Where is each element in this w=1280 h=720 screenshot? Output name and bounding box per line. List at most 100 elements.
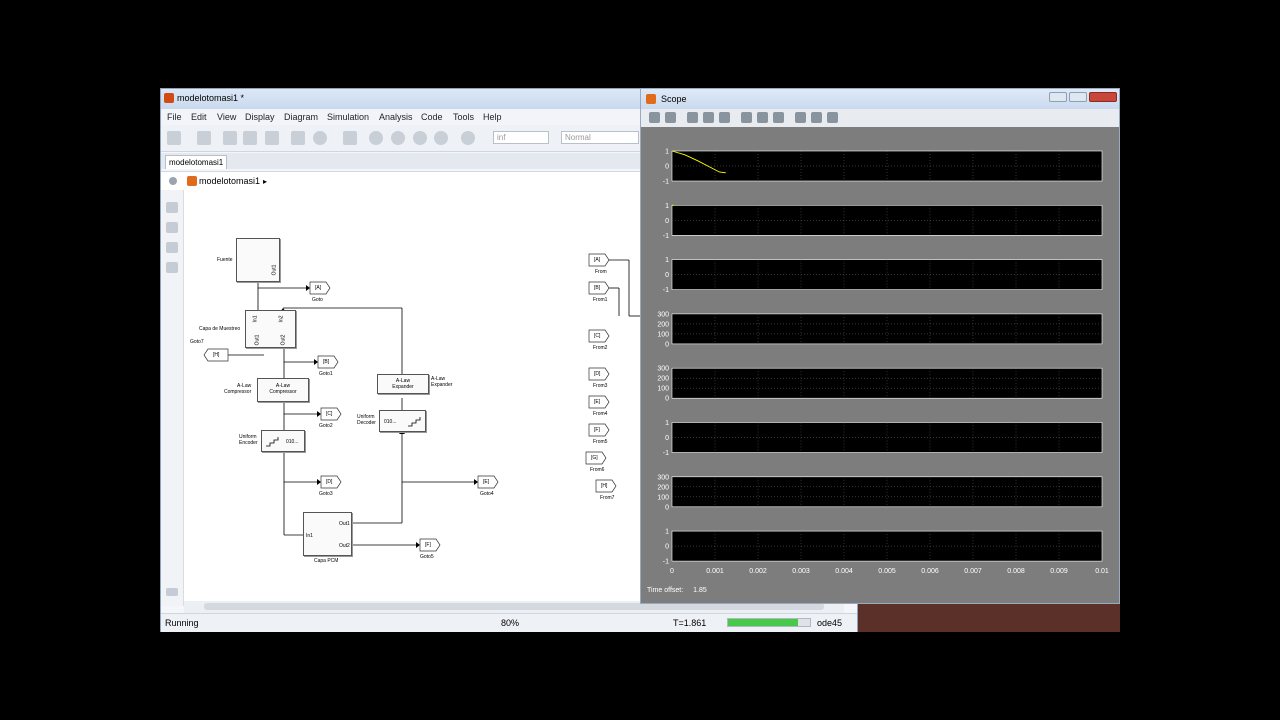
menu-view[interactable]: View [217, 112, 236, 122]
menu-tools[interactable]: Tools [453, 112, 474, 122]
menu-file[interactable]: File [167, 112, 182, 122]
from-b-tag[interactable]: [B] [594, 285, 600, 291]
x-tick-label: 0.009 [1050, 568, 1068, 575]
from-e-tag[interactable]: [E] [594, 399, 600, 405]
time-offset-value: 1.85 [693, 587, 707, 594]
y-tick-label: 0 [665, 218, 669, 225]
up-icon[interactable] [265, 131, 279, 145]
from-e-name: From4 [593, 411, 608, 417]
x-tick-label: 0 [670, 568, 674, 575]
scope-logo-icon [646, 94, 656, 104]
step-forward-icon[interactable] [413, 131, 427, 145]
zoom-in-icon[interactable] [687, 112, 698, 123]
floating-scope-icon[interactable] [795, 112, 806, 123]
goto-c-tag[interactable]: [C] [326, 411, 332, 417]
x-tick-label: 0.01 [1095, 568, 1109, 575]
menu-analysis[interactable]: Analysis [379, 112, 413, 122]
save-icon[interactable] [197, 131, 211, 145]
simulation-mode-select[interactable]: Normal [561, 131, 639, 144]
uniform-decoder-block[interactable]: 010... [379, 410, 426, 432]
scope-titlebar[interactable]: Scope [641, 89, 1119, 109]
from-f-tag[interactable]: [F] [594, 427, 600, 433]
from-h-tag[interactable]: [H] [601, 483, 607, 489]
goto-f-tag[interactable]: [F] [425, 542, 431, 548]
from-c-name: From2 [593, 345, 608, 351]
arrow-icon[interactable] [166, 242, 178, 253]
pause-icon[interactable] [391, 131, 405, 145]
staircase-icon [266, 437, 279, 447]
goto-a-tag[interactable]: [A] [315, 285, 321, 291]
hide-browser-icon[interactable] [169, 177, 177, 185]
from-g-tag[interactable]: [G] [591, 455, 598, 461]
expand-icon[interactable] [166, 588, 178, 596]
menu-edit[interactable]: Edit [191, 112, 207, 122]
annotation-icon[interactable] [166, 262, 178, 273]
y-tick-label: 1 [665, 149, 669, 156]
fuente-label: Fuente [217, 257, 233, 263]
settings-gear-icon[interactable] [313, 131, 327, 145]
minimize-button[interactable] [1049, 92, 1067, 102]
print-icon[interactable] [649, 112, 660, 123]
tab-model[interactable]: modelotomasi1 [165, 155, 228, 169]
back-icon[interactable] [223, 131, 237, 145]
menu-display[interactable]: Display [245, 112, 275, 122]
from-f-name: From5 [593, 439, 608, 445]
save-axes-icon[interactable] [757, 112, 768, 123]
pcm-out2-port: Out2 [339, 543, 350, 549]
autoscale-icon[interactable] [741, 112, 752, 123]
model-config-icon[interactable] [343, 131, 357, 145]
menu-simulation[interactable]: Simulation [327, 112, 369, 122]
goto-d-tag[interactable]: [D] [326, 479, 332, 485]
y-tick-label: -1 [663, 559, 669, 566]
library-icon[interactable] [291, 131, 305, 145]
uniform-encoder-block[interactable]: 010... [261, 430, 305, 452]
zoom-y-icon[interactable] [719, 112, 730, 123]
decoder-value: 010... [384, 419, 397, 425]
breadcrumb-arrow-icon[interactable]: ▸ [263, 177, 267, 186]
sim-time: T=1.861 [673, 618, 707, 628]
from-c-tag[interactable]: [C] [594, 333, 600, 339]
model-icon [187, 176, 197, 186]
side-palette [161, 190, 184, 606]
x-tick-label: 0.002 [749, 568, 767, 575]
goto-h-name: Goto7 [190, 339, 204, 345]
y-tick-label: -1 [663, 233, 669, 240]
x-tick-label: 0.008 [1007, 568, 1025, 575]
goto-e-tag[interactable]: [E] [483, 479, 489, 485]
scope-toolbar [641, 109, 1119, 127]
uniform-decoder-label: Uniform Decoder [357, 414, 376, 426]
new-model-icon[interactable] [167, 131, 181, 145]
lock-axes-icon[interactable] [811, 112, 822, 123]
step-back-icon[interactable] [369, 131, 383, 145]
zoom-icon[interactable] [166, 202, 178, 213]
alaw-expander-block[interactable]: A-Law Expander [377, 374, 429, 394]
restore-axes-icon[interactable] [773, 112, 784, 123]
y-tick-label: -1 [663, 287, 669, 294]
scope-plot-area[interactable]: 10-110-110-13002001000300200100010-13002… [641, 127, 1119, 603]
fuente-block[interactable]: Out1 [236, 238, 280, 282]
goto-b-tag[interactable]: [B] [323, 359, 329, 365]
signal-selection-icon[interactable] [827, 112, 838, 123]
menu-code[interactable]: Code [421, 112, 443, 122]
alaw-compressor-block[interactable]: A-Law Compressor [257, 378, 309, 402]
from-d-tag[interactable]: [D] [594, 371, 600, 377]
forward-icon[interactable] [243, 131, 257, 145]
breadcrumb[interactable]: modelotomasi1 [199, 176, 260, 186]
stop-icon[interactable] [434, 131, 448, 145]
capa-muestreo-block[interactable]: In1 In2 Out1 Out2 [245, 310, 296, 348]
zoom-x-icon[interactable] [703, 112, 714, 123]
scrollbar-thumb[interactable] [204, 603, 824, 610]
goto-h-tag[interactable]: [H] [213, 352, 219, 358]
fit-view-icon[interactable] [166, 222, 178, 233]
from-a-tag[interactable]: [A] [594, 257, 600, 263]
maximize-button[interactable] [1069, 92, 1087, 102]
record-icon[interactable] [461, 131, 475, 145]
close-button[interactable] [1089, 92, 1117, 102]
stop-time-input[interactable]: inf [493, 131, 549, 144]
menu-diagram[interactable]: Diagram [284, 112, 318, 122]
goto-c-name: Goto2 [319, 423, 333, 429]
fuente-out1-port: Out1 [271, 264, 278, 276]
parameters-gear-icon[interactable] [665, 112, 676, 123]
capa-pcm-block[interactable]: In1 Out1 Out2 [303, 512, 352, 556]
menu-help[interactable]: Help [483, 112, 502, 122]
